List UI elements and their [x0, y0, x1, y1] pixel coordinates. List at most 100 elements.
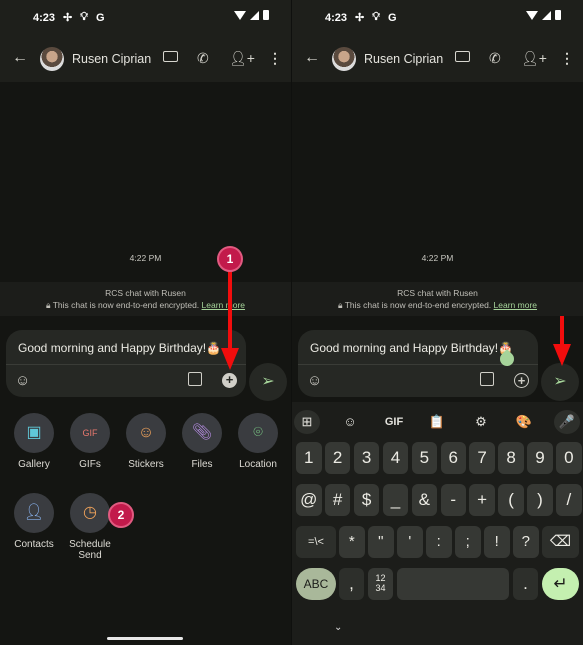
key-)[interactable]: ) — [527, 484, 553, 516]
home-indicator[interactable] — [107, 637, 183, 640]
more-vert-icon[interactable]: ⋮ — [560, 50, 574, 66]
bulb-icon: 💡︎ — [80, 11, 88, 23]
abc-key[interactable]: ABC — [296, 568, 336, 600]
attach-contacts-button[interactable]: 👤︎ Contacts — [6, 493, 62, 550]
attach-gallery-button[interactable]: ▣ Gallery — [6, 413, 62, 470]
backspace-key[interactable]: ⌫ — [542, 526, 579, 558]
key-3[interactable]: 3 — [353, 442, 380, 474]
more-vert-icon[interactable]: ⋮ — [268, 50, 282, 66]
left-screen: 4:23 ✢ 💡︎ G ← Rusen Ciprian ✆ 👤︎+ ⋮ 4:22… — [0, 0, 291, 645]
sticker-icon[interactable]: ☺ — [337, 410, 363, 434]
key-9[interactable]: 9 — [527, 442, 553, 474]
key-8[interactable]: 8 — [498, 442, 524, 474]
gif-button[interactable]: GIF — [381, 410, 407, 434]
attach-location-button[interactable]: ⌾ Location — [230, 413, 286, 470]
key-:[interactable]: : — [426, 526, 452, 558]
fan-icon: ✢ — [63, 12, 73, 24]
attach-files-button[interactable]: 📎︎ Files — [174, 413, 230, 470]
phone-icon[interactable]: ✆ — [489, 50, 501, 66]
video-call-icon[interactable] — [455, 51, 470, 62]
attach-label: Contacts — [14, 539, 54, 550]
message-timestamp: 4:22 PM — [421, 253, 454, 263]
google-icon: G — [387, 11, 397, 24]
right-screen: 4:23 ✢ 💡︎ G ← Rusen Ciprian ✆ 👤︎+ ⋮ 4:22… — [292, 0, 583, 645]
key-7[interactable]: 7 — [469, 442, 495, 474]
key-+[interactable]: + — [469, 484, 495, 516]
enter-key[interactable]: ↵ — [542, 568, 579, 600]
contact-name[interactable]: Rusen Ciprian — [72, 52, 151, 66]
key-_[interactable]: _ — [382, 484, 409, 516]
wifi-icon — [234, 10, 246, 20]
send-button[interactable]: ➢ — [541, 363, 579, 401]
apps-icon[interactable]: ⊞ — [294, 410, 320, 434]
location-pin-icon: ⌾ — [238, 413, 278, 453]
send-lock-icon: ➢ — [261, 373, 275, 390]
status-bar: 4:23 ✢ 💡︎ G — [325, 11, 397, 24]
learn-more-link[interactable]: Learn more — [202, 300, 245, 310]
key-/[interactable]: / — [556, 484, 582, 516]
plus-circle-icon[interactable]: + — [222, 373, 237, 388]
key-=\<[interactable]: =\< — [296, 526, 336, 558]
bulb-icon: 💡︎ — [372, 11, 380, 23]
back-arrow-icon[interactable]: ← — [304, 50, 320, 66]
compose-box[interactable]: Good morning and Happy Birthday!🎂 ☺ + — [6, 330, 246, 397]
gallery-media-icon[interactable] — [188, 372, 202, 386]
status-right — [234, 10, 269, 20]
message-input[interactable]: Good morning and Happy Birthday!🎂 — [310, 341, 513, 355]
compose-divider — [6, 364, 246, 365]
attach-schedule-send-button[interactable]: ◷ Schedule Send — [62, 493, 118, 561]
add-person-icon[interactable]: 👤︎+ — [521, 50, 547, 66]
phone-icon[interactable]: ✆ — [197, 50, 209, 66]
key-@[interactable]: @ — [296, 484, 322, 516]
avatar[interactable] — [332, 47, 356, 71]
contact-name[interactable]: Rusen Ciprian — [364, 52, 443, 66]
add-person-icon[interactable]: 👤︎+ — [229, 50, 255, 66]
key-1[interactable]: 1 — [296, 442, 322, 474]
key-4[interactable]: 4 — [382, 442, 409, 474]
palette-icon[interactable]: 🎨 — [511, 410, 537, 434]
key-![interactable]: ! — [484, 526, 510, 558]
back-arrow-icon[interactable]: ← — [12, 50, 28, 66]
banner-text: This chat is now end-to-end encrypted. — [52, 300, 200, 310]
key-*[interactable]: * — [339, 526, 365, 558]
keyboard: ⊞ ☺ GIF 📋 ⚙ 🎨 🎤 1 2 3 4 5 6 7 8 9 0 @ # $ _ & - +() / =\< * " ':;!? ⌫… — [292, 402, 583, 645]
video-call-icon[interactable] — [163, 51, 178, 62]
key-([interactable]: ( — [498, 484, 524, 516]
numpad-key[interactable]: 12 34 — [368, 568, 393, 600]
key--[interactable]: - — [440, 484, 466, 516]
mic-icon[interactable]: 🎤 — [554, 410, 580, 434]
avatar[interactable] — [40, 47, 64, 71]
banner-title: RCS chat with Rusen — [397, 288, 478, 298]
space-key[interactable] — [397, 568, 509, 600]
settings-icon[interactable]: ⚙ — [468, 410, 494, 434]
key-2[interactable]: 2 — [324, 442, 351, 474]
top-bar: 4:23 ✢ 💡︎ G ← Rusen Ciprian ✆ 👤︎+ ⋮ — [0, 0, 291, 82]
keyboard-hide-chevron-icon[interactable]: ⌄ — [334, 622, 342, 633]
key-0[interactable]: 0 — [556, 442, 582, 474]
period-key[interactable]: . — [513, 568, 538, 600]
key-&[interactable]: & — [411, 484, 438, 516]
signal-icon — [250, 10, 259, 20]
plus-circle-icon[interactable]: + — [514, 373, 529, 388]
attach-stickers-button[interactable]: ☺ Stickers — [118, 413, 174, 470]
comma-key[interactable]: , — [339, 568, 364, 600]
battery-icon — [555, 10, 561, 20]
key-'[interactable]: ' — [397, 526, 423, 558]
key-5[interactable]: 5 — [411, 442, 438, 474]
learn-more-link[interactable]: Learn more — [494, 300, 537, 310]
key-;[interactable]: ; — [455, 526, 481, 558]
clipboard-icon[interactable]: 📋 — [424, 410, 450, 434]
attach-gifs-button[interactable]: GIF GIFs — [62, 413, 118, 470]
key-#[interactable]: # — [324, 484, 351, 516]
key-?[interactable]: ? — [513, 526, 539, 558]
key-$[interactable]: $ — [353, 484, 380, 516]
send-button[interactable]: ➢ — [249, 363, 287, 401]
message-input[interactable]: Good morning and Happy Birthday!🎂 — [18, 341, 221, 355]
key-"[interactable]: " — [368, 526, 394, 558]
attach-label: Gallery — [18, 459, 50, 470]
key-6[interactable]: 6 — [440, 442, 466, 474]
gallery-media-icon[interactable] — [480, 372, 494, 386]
encryption-banner: RCS chat with Rusen 🔒︎ This chat is now … — [0, 282, 291, 316]
emoji-icon[interactable]: ☺ — [307, 372, 322, 389]
emoji-icon[interactable]: ☺ — [15, 372, 30, 389]
